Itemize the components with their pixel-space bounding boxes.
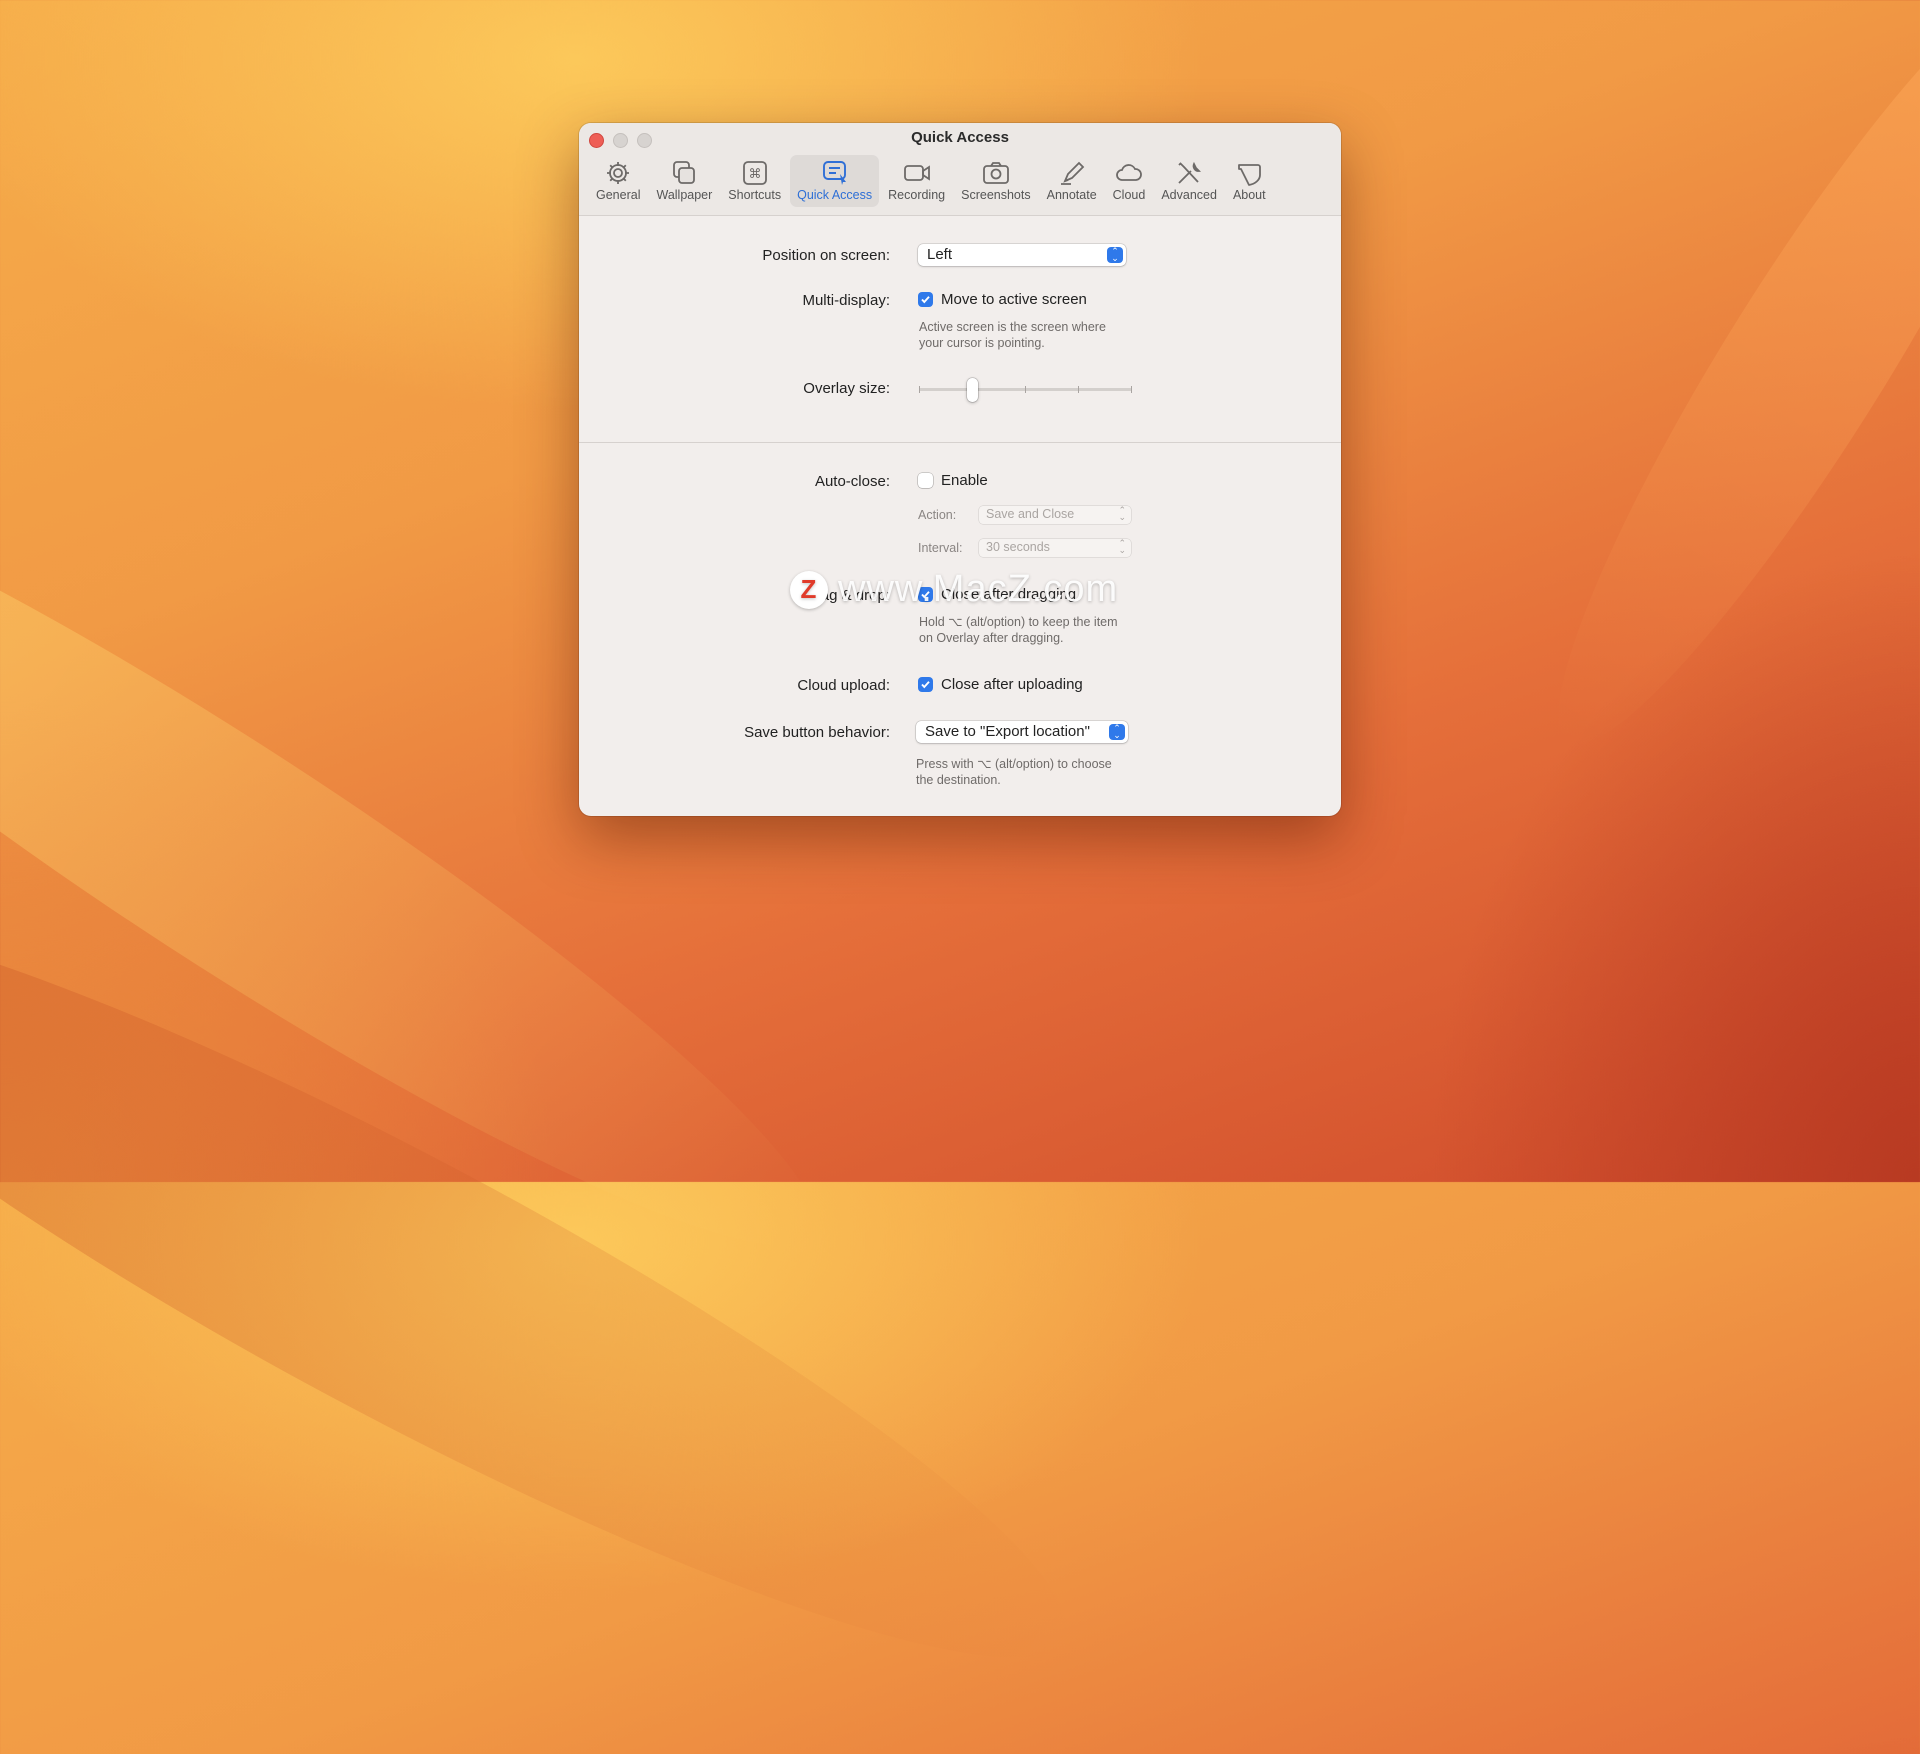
chevron-updown-icon: ⌃ ⌄ [1109,724,1125,740]
checkbox-label: Move to active screen [941,291,1087,308]
chevron-updown-icon: ⌃ ⌄ [1107,247,1123,263]
overlay-size-label: Overlay size: [803,380,890,397]
close-after-dragging-checkbox[interactable]: Close after dragging [918,586,1076,603]
multi-display-row: Multi-display: Move to active screen [579,289,1341,313]
tab-label: Shortcuts [728,188,782,202]
drag-drop-row: Drag & drop: Close after dragging [579,584,1341,608]
wallpaper-icon [673,161,696,184]
checkbox-checked-icon [918,587,933,602]
checkbox-label: Enable [941,472,988,489]
save-button-behavior-label: Save button behavior: [744,724,890,741]
chevron-updown-icon: ⌃ ⌄ [1118,538,1126,555]
save-button-help: Press with ⌥ (alt/option) to choose the … [916,756,1146,788]
tools-icon [1178,161,1202,184]
slider-knob[interactable] [967,378,979,402]
tab-recording[interactable]: Recording [881,155,952,207]
gear-icon [607,162,630,184]
auto-close-label: Auto-close: [814,473,890,490]
quick-access-icon [822,161,846,185]
help-line: Active screen is the screen where [919,320,1106,334]
tab-wallpaper[interactable]: Wallpaper [649,155,719,207]
save-button-row: Save button behavior: Save to "Export lo… [579,721,1341,745]
tab-label: Quick Access [797,188,873,202]
cloud-icon [1116,164,1142,181]
tab-cloud[interactable]: Cloud [1106,155,1153,207]
pencil-icon [1060,161,1084,185]
help-line: on Overlay after dragging. [919,631,1064,645]
tab-label: Screenshots [961,188,1031,202]
tab-label: About [1232,188,1266,202]
help-line: your cursor is pointing. [919,336,1045,350]
cloud-upload-row: Cloud upload: Close after uploading [579,674,1341,698]
help-line: Press with ⌥ (alt/option) to choose [916,757,1112,771]
slider-tick [919,386,920,393]
tab-annotate[interactable]: Annotate [1040,155,1104,207]
drag-drop-label: Drag & drop: [804,587,890,604]
tab-shortcuts[interactable]: ⌘ Shortcuts [721,155,788,207]
tab-label: Annotate [1046,188,1097,202]
preferences-toolbar: General Wallpaper ⌘ Shortcuts Quick Acce… [589,155,1273,207]
position-value: Left [927,246,953,263]
about-icon [1238,164,1262,186]
cloud-upload-label: Cloud upload: [797,677,890,694]
tab-label: Advanced [1161,188,1217,202]
slider-tick [1131,386,1132,393]
interval-value: 30 seconds [986,540,1050,554]
slider-tick [1078,386,1079,393]
position-label: Position on screen: [762,247,890,264]
tab-screenshots[interactable]: Screenshots [954,155,1037,207]
drag-drop-help: Hold ⌥ (alt/option) to keep the item on … [919,614,1149,646]
save-button-behavior-popup[interactable]: Save to "Export location" ⌃ ⌄ [916,721,1128,743]
tab-about[interactable]: About [1226,155,1273,207]
interval-popup: 30 seconds ⌃ ⌄ [979,539,1131,557]
multi-display-label: Multi-display: [802,292,890,309]
tab-label: Cloud [1112,188,1146,202]
position-popup[interactable]: Left ⌃ ⌄ [918,244,1126,266]
auto-close-enable-checkbox[interactable]: Enable [918,472,988,489]
interval-label: Interval: [918,541,963,555]
multi-display-help: Active screen is the screen where your c… [919,319,1149,351]
camera-icon [982,162,1009,184]
checkbox-label: Close after dragging [941,586,1077,603]
command-key-icon: ⌘ [742,161,767,185]
window-title: Quick Access [911,129,1009,146]
tab-advanced[interactable]: Advanced [1154,155,1224,207]
move-to-active-screen-checkbox[interactable]: Move to active screen [918,291,1087,308]
wallpaper-highlight-right [1500,0,1920,785]
save-button-behavior-value: Save to "Export location" [925,723,1090,740]
checkbox-checked-icon [918,677,933,692]
tab-label: General [596,188,641,202]
window-titlebar: Quick Access General Wallpaper ⌘ Shortcu… [579,123,1341,216]
help-line: the destination. [916,773,1001,787]
action-label: Action: [918,508,957,522]
preferences-window: Quick Access General Wallpaper ⌘ Shortcu… [579,123,1341,816]
tab-label: Recording [888,188,946,202]
auto-close-row: Auto-close: Enable [579,470,1341,494]
close-after-uploading-checkbox[interactable]: Close after uploading [918,676,1083,693]
video-camera-icon [903,165,930,181]
chevron-updown-icon: ⌃ ⌄ [1118,505,1126,522]
checkbox-label: Close after uploading [941,676,1083,693]
checkbox-unchecked-icon [918,473,933,488]
tab-quick-access[interactable]: Quick Access [790,155,880,207]
checkbox-checked-icon [918,292,933,307]
svg-text:⌘: ⌘ [748,167,761,182]
help-line: Hold ⌥ (alt/option) to keep the item [919,615,1118,629]
tab-general[interactable]: General [589,155,647,207]
tab-label: Wallpaper [656,188,713,202]
section-divider [579,442,1341,443]
position-row: Position on screen: Left ⌃ ⌄ [579,244,1341,268]
action-value: Save and Close [986,507,1075,521]
slider-tick [1025,386,1026,393]
action-popup: Save and Close ⌃ ⌄ [979,506,1131,524]
